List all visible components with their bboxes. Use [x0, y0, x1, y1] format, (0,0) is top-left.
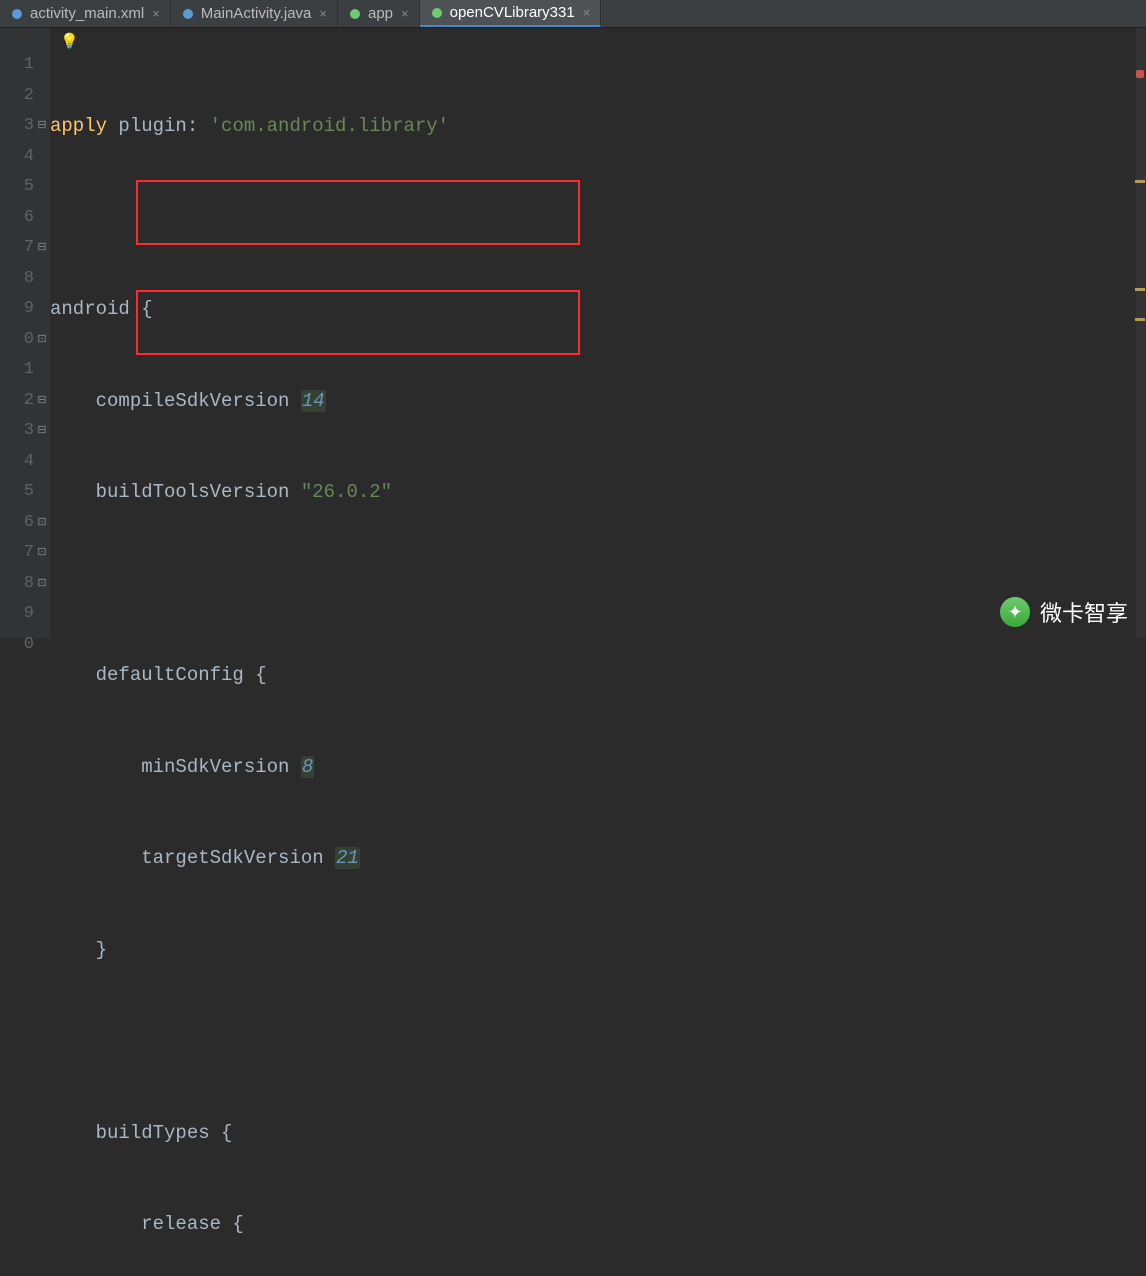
- warning-marker-icon[interactable]: [1135, 288, 1145, 291]
- warning-marker-icon[interactable]: [1135, 318, 1145, 321]
- wechat-icon: ✦: [1000, 597, 1030, 627]
- tab-label: app: [368, 5, 393, 22]
- gradle-file-icon: [348, 7, 362, 21]
- xml-file-icon: [10, 7, 24, 21]
- fold-open-icon[interactable]: ⊟: [34, 111, 50, 142]
- tab-opencvlibrary331[interactable]: openCVLibrary331 ×: [420, 0, 602, 27]
- close-icon[interactable]: ×: [401, 6, 409, 21]
- gradle-file-icon: [430, 6, 444, 20]
- code-area[interactable]: apply plugin: 'com.android.library' andr…: [50, 28, 1146, 638]
- fold-open-icon[interactable]: ⊟: [34, 386, 50, 417]
- fold-close-icon[interactable]: ⊡: [34, 325, 50, 356]
- fold-gutter: ⊟ ⊟ ⊡ ⊟ ⊟ ⊡ ⊡ ⊡: [34, 28, 50, 638]
- tab-mainactivity-java[interactable]: MainActivity.java ×: [171, 0, 338, 27]
- fold-open-icon[interactable]: ⊟: [34, 233, 50, 264]
- watermark: ✦ 微卡智享: [1000, 596, 1128, 628]
- error-marker-icon[interactable]: [1136, 70, 1144, 78]
- line-number-gutter: 123 456 789 012 345 678 90: [0, 28, 34, 638]
- tab-activity-main-xml[interactable]: activity_main.xml ×: [0, 0, 171, 27]
- fold-close-icon[interactable]: ⊡: [34, 508, 50, 539]
- close-icon[interactable]: ×: [319, 6, 327, 21]
- tab-app[interactable]: app ×: [338, 0, 420, 27]
- code-editor[interactable]: 💡 123 456 789 012 345 678 90 ⊟ ⊟ ⊡ ⊟ ⊟ ⊡…: [0, 28, 1146, 638]
- fold-close-icon[interactable]: ⊡: [34, 569, 50, 600]
- warning-marker-icon[interactable]: [1135, 180, 1145, 183]
- fold-close-icon[interactable]: ⊡: [34, 538, 50, 569]
- java-file-icon: [181, 7, 195, 21]
- fold-open-icon[interactable]: ⊟: [34, 416, 50, 447]
- watermark-text: 微卡智享: [1040, 596, 1128, 628]
- close-icon[interactable]: ×: [152, 6, 160, 21]
- tab-label: MainActivity.java: [201, 5, 312, 22]
- close-icon[interactable]: ×: [583, 5, 591, 20]
- tab-label: activity_main.xml: [30, 5, 144, 22]
- tab-label: openCVLibrary331: [450, 4, 575, 21]
- error-stripe[interactable]: [1136, 28, 1146, 638]
- editor-tabs: activity_main.xml × MainActivity.java × …: [0, 0, 1146, 28]
